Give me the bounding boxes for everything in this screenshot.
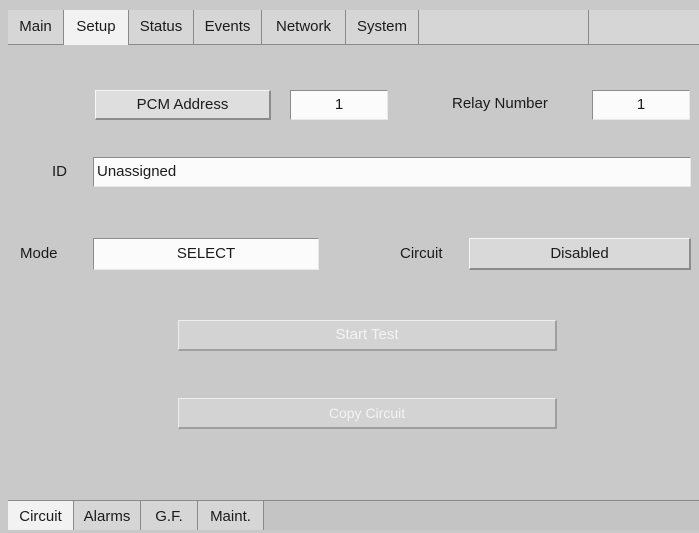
tab-main[interactable]: Main xyxy=(8,10,64,44)
tab-status[interactable]: Status xyxy=(129,10,194,44)
tab-gf[interactable]: G.F. xyxy=(141,501,198,530)
pcm-address-button[interactable]: PCM Address xyxy=(95,90,271,120)
tab-alarms[interactable]: Alarms xyxy=(74,501,141,530)
top-tab-bar: Main Setup Status Events Network System xyxy=(8,10,699,45)
tab-events[interactable]: Events xyxy=(194,10,262,44)
tab-system[interactable]: System xyxy=(346,10,419,44)
tab-circuit[interactable]: Circuit xyxy=(8,501,74,530)
mode-label: Mode xyxy=(20,245,58,262)
relay-number-label: Relay Number xyxy=(452,95,548,112)
relay-number-field[interactable]: 1 xyxy=(592,90,690,120)
id-label: ID xyxy=(52,163,67,180)
tab-network[interactable]: Network xyxy=(262,10,346,44)
tab-spacer xyxy=(419,10,589,44)
tab-setup[interactable]: Setup xyxy=(64,10,129,45)
start-test-button[interactable]: Start Test xyxy=(178,320,557,351)
copy-circuit-button[interactable]: Copy Circuit xyxy=(178,398,557,429)
circuit-status-button[interactable]: Disabled xyxy=(469,238,691,270)
pcm-address-field[interactable]: 1 xyxy=(290,90,388,120)
tab-maint[interactable]: Maint. xyxy=(198,501,264,530)
bottom-tab-bar: Circuit Alarms G.F. Maint. xyxy=(8,500,699,530)
setup-panel: PCM Address 1 Relay Number 1 ID Unassign… xyxy=(8,45,699,500)
mode-select[interactable]: SELECT xyxy=(93,238,319,270)
tab-spacer-end xyxy=(589,10,699,44)
circuit-label: Circuit xyxy=(400,245,443,262)
id-field[interactable]: Unassigned xyxy=(93,157,691,187)
